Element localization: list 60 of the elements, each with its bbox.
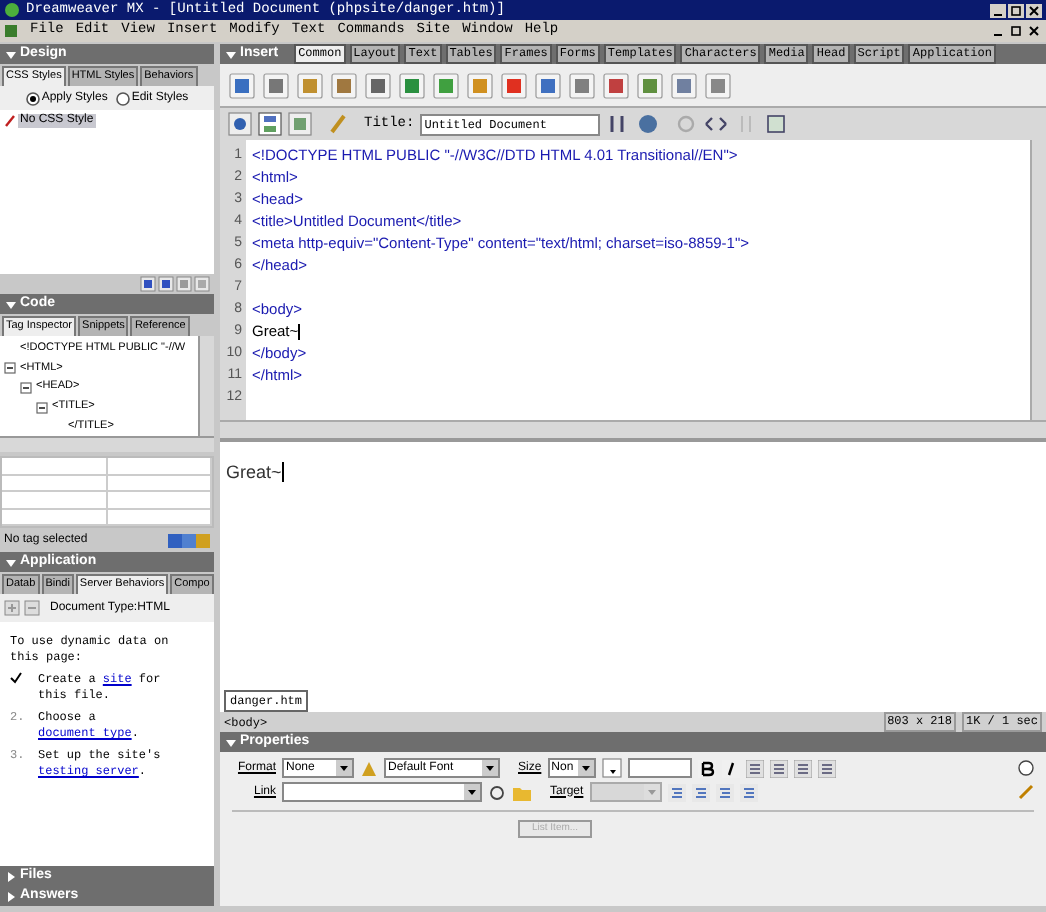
outdent-button[interactable] xyxy=(715,783,734,801)
horizontal-scrollbar[interactable] xyxy=(220,420,1046,438)
radio-button[interactable] xyxy=(25,91,40,105)
insert-object-icon[interactable] xyxy=(330,71,358,99)
preview-globe-icon[interactable] xyxy=(636,112,661,136)
insert-object-icon[interactable] xyxy=(704,71,732,99)
dropdown-arrow-icon[interactable] xyxy=(464,784,480,800)
insert-object-icon[interactable] xyxy=(364,71,392,99)
color-field[interactable] xyxy=(627,758,692,778)
close-button[interactable] xyxy=(1026,3,1042,17)
expanded-arrow-icon xyxy=(6,299,16,309)
close-button[interactable] xyxy=(1026,24,1042,38)
collapse-icon[interactable] xyxy=(4,362,16,375)
insert-object-icon[interactable] xyxy=(500,71,528,99)
align-right-button[interactable] xyxy=(793,759,812,777)
design-view-text: Great~ xyxy=(226,462,282,482)
color-picker-icon[interactable] xyxy=(601,758,622,778)
insert-object-icon[interactable] xyxy=(398,71,426,99)
expanded-arrow-icon xyxy=(6,49,16,59)
insert-object-icon[interactable] xyxy=(296,71,324,99)
app-logo-icon xyxy=(4,2,20,18)
minimize-button[interactable] xyxy=(990,3,1006,17)
document-icon xyxy=(4,24,18,38)
text-cursor xyxy=(298,323,301,339)
dropdown-arrow-icon[interactable] xyxy=(577,760,594,776)
ordered-list-button[interactable] xyxy=(691,783,710,801)
expanded-arrow-icon xyxy=(6,557,16,567)
indent-button[interactable] xyxy=(739,783,758,801)
split-view-button[interactable] xyxy=(258,112,282,136)
design-view-button[interactable] xyxy=(288,112,312,136)
unordered-list-button[interactable] xyxy=(667,783,686,801)
align-center-button[interactable] xyxy=(769,759,788,777)
radio-button[interactable] xyxy=(115,91,130,105)
code-view-button[interactable] xyxy=(228,112,252,136)
bold-button[interactable] xyxy=(697,759,716,777)
insert-object-icon[interactable] xyxy=(602,71,630,99)
insert-object-icon[interactable] xyxy=(432,71,460,99)
insert-object-icon[interactable] xyxy=(670,71,698,99)
view-options-icon[interactable] xyxy=(764,112,789,136)
link-field[interactable] xyxy=(282,782,482,802)
checkmark-icon xyxy=(10,672,22,684)
align-left-button[interactable] xyxy=(745,759,764,777)
insert-object-icon[interactable] xyxy=(568,71,596,99)
insert-object-icon[interactable] xyxy=(262,71,290,99)
justify-button[interactable] xyxy=(817,759,836,777)
text-cursor xyxy=(281,462,284,482)
horizontal-scrollbar[interactable] xyxy=(0,436,214,452)
insert-object-icon[interactable] xyxy=(534,71,562,99)
dropdown-arrow-icon[interactable] xyxy=(336,760,352,776)
vertical-scrollbar[interactable] xyxy=(198,336,214,436)
collapse-icon[interactable] xyxy=(36,401,48,414)
vertical-scrollbar[interactable] xyxy=(1030,140,1046,420)
expanded-arrow-icon xyxy=(226,49,236,59)
insert-object-icon[interactable] xyxy=(636,71,664,99)
insert-object-icon[interactable] xyxy=(228,71,256,99)
expanded-arrow-icon xyxy=(226,737,236,747)
collapse-icon[interactable] xyxy=(20,381,32,394)
dropdown-arrow-icon[interactable] xyxy=(482,760,498,776)
insert-object-icon[interactable] xyxy=(466,71,494,99)
reference-icon[interactable] xyxy=(704,112,729,136)
